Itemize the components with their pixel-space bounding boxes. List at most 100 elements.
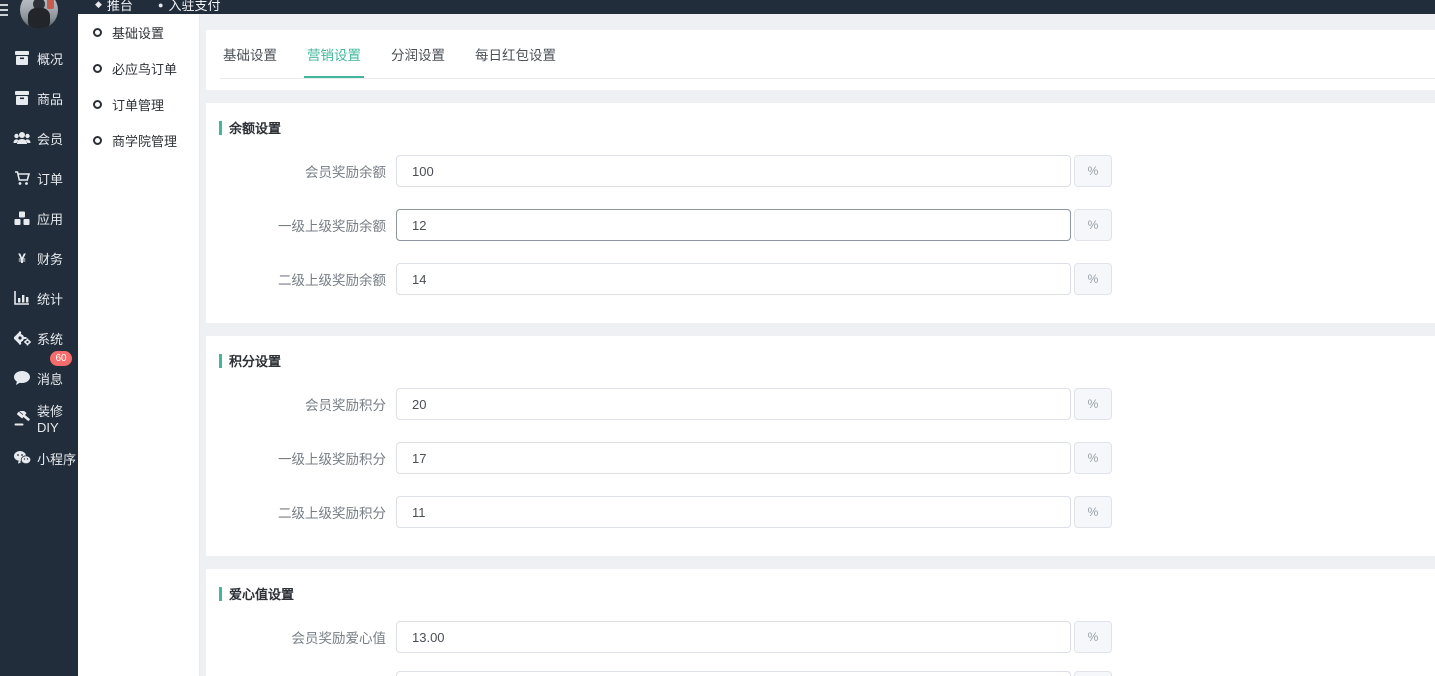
sidebar-menu: 概况 商品 会员 订单 应用: [0, 38, 78, 478]
sidebar-item-goods[interactable]: 商品: [0, 78, 78, 118]
radio-circle-icon: [93, 64, 102, 73]
submenu-item-label: 订单管理: [112, 95, 164, 114]
cart-icon: [13, 170, 31, 186]
sidebar-item-finance[interactable]: ¥ 财务: [0, 238, 78, 278]
points-settings-section: 积分设置 会员奖励积分 % 一级上级奖励积分 % 二级上级奖励积分 %: [206, 336, 1435, 556]
hamburger-menu-icon[interactable]: [0, 4, 8, 19]
members-icon: [13, 130, 31, 146]
radio-circle-icon: [93, 28, 102, 37]
gavel-icon: [13, 410, 31, 426]
field-label: 会员奖励积分: [206, 394, 386, 414]
sidebar-item-label: 消息: [37, 369, 63, 388]
sidebar-item-miniprogram[interactable]: 小程序: [0, 438, 78, 478]
settings-tabs-card: 基础设置 营销设置 分润设置 每日红包设置: [206, 30, 1435, 90]
field-row-level2-reward-points: 二级上级奖励积分 %: [206, 496, 1435, 528]
submenu-item-order-management[interactable]: 订单管理: [78, 86, 199, 122]
radio-circle-icon: [93, 100, 102, 109]
field-label: 一级上级奖励余额: [206, 215, 386, 235]
field-label: 一级上级奖励积分: [206, 448, 386, 468]
section-accent-bar: [219, 587, 222, 601]
sidebar-item-orders[interactable]: 订单: [0, 158, 78, 198]
level1-reward-points-input[interactable]: [396, 442, 1071, 474]
sidebar-item-stats[interactable]: 统计: [0, 278, 78, 318]
tab-marketing-settings[interactable]: 营销设置: [304, 44, 364, 78]
percent-addon: %: [1074, 621, 1112, 653]
section-title: 余额设置: [229, 118, 281, 137]
field-row-level1-reward-balance: 一级上级奖励余额 %: [206, 209, 1435, 241]
percent-addon: %: [1074, 388, 1112, 420]
section-accent-bar: [219, 121, 222, 135]
submenu-item-biyingniao-orders[interactable]: 必应鸟订单: [78, 50, 199, 86]
member-reward-love-input[interactable]: [396, 621, 1071, 653]
field-label: 会员奖励余额: [206, 161, 386, 181]
sidebar-item-label: 订单: [37, 169, 63, 188]
level1-reward-balance-input[interactable]: [396, 209, 1071, 241]
level2-reward-balance-input[interactable]: [396, 263, 1071, 295]
topnav-item-1[interactable]: ◆ 推台: [95, 0, 133, 14]
top-navbar: ◆ 推台 ● 入驻支付: [0, 0, 1435, 14]
field-label: 二级上级奖励积分: [206, 502, 386, 522]
sidebar-item-label: 财务: [37, 249, 63, 268]
gears-icon: [13, 330, 31, 346]
field-label: 二级上级奖励余额: [206, 269, 386, 289]
cubes-icon: [13, 210, 31, 226]
field-label: 会员奖励爱心值: [206, 627, 386, 647]
tab-bar: 基础设置 营销设置 分润设置 每日红包设置: [220, 44, 1435, 79]
section-title: 爱心值设置: [229, 584, 294, 603]
main-sidebar: 概况 商品 会员 订单 应用: [0, 0, 78, 676]
sidebar-item-label: 小程序: [37, 449, 76, 468]
submenu-item-label: 商学院管理: [112, 131, 177, 150]
member-reward-points-input[interactable]: [396, 388, 1071, 420]
sidebar-item-label: 装修DIY: [37, 401, 78, 435]
messages-badge: 60: [50, 351, 72, 366]
submenu-item-label: 必应鸟订单: [112, 59, 177, 78]
field-row-partial: [206, 671, 1435, 676]
user-avatar[interactable]: [20, 0, 58, 29]
field-row-member-reward-points: 会员奖励积分 %: [206, 388, 1435, 420]
field-row-member-reward-balance: 会员奖励余额 %: [206, 155, 1435, 187]
level2-reward-points-input[interactable]: [396, 496, 1071, 528]
field-row-level2-reward-balance: 二级上级奖励余额 %: [206, 263, 1435, 295]
yen-icon: ¥: [13, 250, 31, 266]
tab-daily-redpacket-settings[interactable]: 每日红包设置: [472, 44, 559, 78]
submenu-item-basic-settings[interactable]: 基础设置: [78, 14, 199, 50]
topnav-item-label: 入驻支付: [168, 0, 220, 14]
sidebar-item-overview[interactable]: 概况: [0, 38, 78, 78]
tab-basic-settings[interactable]: 基础设置: [220, 44, 280, 78]
overview-icon: [13, 50, 31, 66]
diamond-icon: ◆: [95, 0, 102, 10]
percent-addon: %: [1074, 263, 1112, 295]
sidebar-item-label: 应用: [37, 209, 63, 228]
sidebar-item-label: 概况: [37, 49, 63, 68]
topnav-item-2[interactable]: ● 入驻支付: [158, 0, 220, 14]
sidebar-item-label: 统计: [37, 289, 63, 308]
balance-settings-section: 余额设置 会员奖励余额 % 一级上级奖励余额 % 二级上级奖励余额 %: [206, 103, 1435, 323]
bar-chart-icon: [13, 290, 31, 306]
percent-addon: %: [1074, 155, 1112, 187]
chat-bubble-icon: [13, 370, 31, 386]
secondary-sidebar: 基础设置 必应鸟订单 订单管理 商学院管理: [78, 14, 200, 676]
section-header: 余额设置: [206, 120, 1435, 135]
percent-addon: %: [1074, 209, 1112, 241]
tab-profit-settings[interactable]: 分润设置: [388, 44, 448, 78]
submenu-item-academy-management[interactable]: 商学院管理: [78, 122, 199, 158]
field-row-level1-reward-points: 一级上级奖励积分 %: [206, 442, 1435, 474]
percent-addon: %: [1074, 496, 1112, 528]
sidebar-item-label: 会员: [37, 129, 63, 148]
wechat-icon: [13, 450, 31, 466]
sidebar-item-messages[interactable]: 60 消息: [0, 358, 78, 398]
percent-addon: [1074, 671, 1112, 676]
field-row-member-reward-love: 会员奖励爱心值 %: [206, 621, 1435, 653]
section-title: 积分设置: [229, 351, 281, 370]
goods-icon: [13, 90, 31, 106]
circle-icon: ●: [158, 0, 163, 10]
sidebar-item-members[interactable]: 会员: [0, 118, 78, 158]
member-reward-balance-input[interactable]: [396, 155, 1071, 187]
sidebar-item-apps[interactable]: 应用: [0, 198, 78, 238]
partial-input[interactable]: [396, 671, 1071, 676]
love-value-settings-section: 爱心值设置 会员奖励爱心值 %: [206, 569, 1435, 676]
sidebar-item-decorate-diy[interactable]: 装修DIY: [0, 398, 78, 438]
sidebar-item-label: 商品: [37, 89, 63, 108]
section-header: 积分设置: [206, 353, 1435, 368]
sidebar-item-label: 系统: [37, 329, 63, 348]
